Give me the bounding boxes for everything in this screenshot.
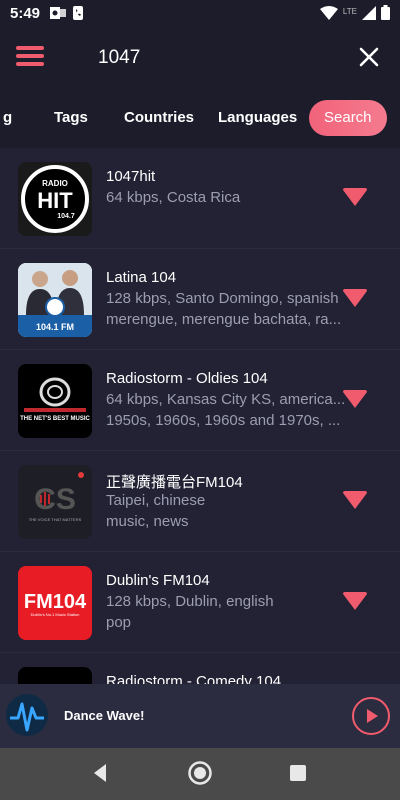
station-title: 正聲廣播電台FM104 bbox=[106, 474, 243, 491]
mini-player[interactable]: Dance Wave! bbox=[0, 684, 400, 748]
station-logo-latina104: 104.1 FM bbox=[18, 263, 92, 337]
now-playing-station: Dance Wave! bbox=[64, 708, 145, 723]
status-bar: 5:49 LTE bbox=[0, 0, 400, 28]
station-details: 128 kbps, Dublin, english bbox=[106, 593, 274, 610]
station-title: Dublin's FM104 bbox=[106, 572, 210, 589]
hit-logo-main: HIT bbox=[37, 188, 73, 213]
signal-icon bbox=[362, 5, 376, 25]
hit-logo-top: RADIO bbox=[42, 179, 68, 188]
outlook-icon bbox=[50, 6, 66, 20]
station-logo-cs: CS THE VOICE THAT MATTERS bbox=[18, 465, 92, 539]
back-triangle-icon[interactable] bbox=[90, 762, 110, 789]
system-nav-bar bbox=[0, 748, 400, 800]
tab-partial[interactable]: g bbox=[3, 100, 12, 136]
station-details: 64 kbps, Kansas City KS, america... bbox=[106, 391, 346, 408]
station-title: Latina 104 bbox=[106, 269, 177, 286]
hamburger-menu-icon[interactable] bbox=[16, 44, 46, 68]
fm104-logo-text: FM104 bbox=[24, 591, 87, 613]
radiostorm-logo-tagline: THE NET'S BEST MUSIC bbox=[20, 416, 90, 422]
battery-icon bbox=[381, 5, 390, 25]
phone-icon bbox=[72, 6, 84, 20]
station-genres: pop bbox=[106, 614, 132, 631]
hit-logo-freq: 104.7 bbox=[57, 213, 75, 220]
station-row[interactable]: Radiostorm - Comedy 104 bbox=[0, 653, 400, 684]
favorite-heart-icon[interactable] bbox=[343, 491, 367, 509]
station-logo-1047hit: RADIO HIT 104.7 bbox=[18, 162, 92, 236]
station-title: Radiostorm - Oldies 104 bbox=[106, 370, 268, 387]
play-icon[interactable] bbox=[352, 697, 390, 735]
category-tabs: g Tags Countries Languages Search bbox=[0, 88, 400, 148]
station-details: Taipei, chinese bbox=[106, 492, 206, 509]
recents-square-icon[interactable] bbox=[289, 764, 307, 787]
cs-logo-tagline: THE VOICE THAT MATTERS bbox=[29, 517, 82, 522]
station-row[interactable]: RADIO HIT 104.7 1047hit 64 kbps, Costa R… bbox=[0, 148, 400, 249]
status-time: 5:49 bbox=[10, 5, 41, 22]
favorite-heart-icon[interactable] bbox=[343, 592, 367, 610]
app-bar: 1047 bbox=[0, 28, 400, 88]
favorite-heart-icon[interactable] bbox=[343, 390, 367, 408]
tab-tags[interactable]: Tags bbox=[54, 100, 88, 136]
station-title: 1047hit bbox=[106, 168, 156, 185]
station-row[interactable]: THE NET'S BEST MUSIC Radiostorm - Oldies… bbox=[0, 350, 400, 451]
favorite-heart-icon[interactable] bbox=[343, 188, 367, 206]
station-genres: 1950s, 1960s, 1960s and 1970s, ... bbox=[106, 412, 341, 429]
station-row[interactable]: FM104 Dublin's No.1 Music Station Dublin… bbox=[0, 552, 400, 653]
station-row[interactable]: 104.1 FM Latina 104 128 kbps, Santo Domi… bbox=[0, 249, 400, 350]
station-logo-radiostorm: THE NET'S BEST MUSIC bbox=[18, 364, 92, 438]
tab-countries[interactable]: Countries bbox=[124, 100, 194, 136]
fm104-logo-tagline: Dublin's No.1 Music Station bbox=[31, 612, 80, 617]
station-list: RADIO HIT 104.7 1047hit 64 kbps, Costa R… bbox=[0, 148, 400, 684]
latina-logo-freq: 104.1 FM bbox=[36, 322, 74, 332]
station-genres: music, news bbox=[106, 513, 189, 530]
home-circle-icon[interactable] bbox=[187, 760, 213, 791]
station-row[interactable]: CS THE VOICE THAT MATTERS 正聲廣播電台FM104 Ta… bbox=[0, 451, 400, 552]
tab-search[interactable]: Search bbox=[309, 100, 387, 136]
station-details: 64 kbps, Costa Rica bbox=[106, 189, 241, 206]
station-genres: merengue, merengue bachata, ra... bbox=[106, 311, 342, 328]
dance-wave-logo bbox=[6, 694, 48, 736]
search-query-input[interactable]: 1047 bbox=[98, 47, 140, 69]
station-logo-fm104: FM104 Dublin's No.1 Music Station bbox=[18, 566, 92, 640]
close-icon[interactable] bbox=[358, 46, 380, 68]
station-title: Radiostorm - Comedy 104 bbox=[106, 673, 282, 684]
station-details: 128 kbps, Santo Domingo, spanish bbox=[106, 290, 339, 307]
tab-languages[interactable]: Languages bbox=[218, 100, 297, 136]
network-type: LTE bbox=[342, 6, 357, 16]
favorite-heart-icon[interactable] bbox=[343, 289, 367, 307]
station-logo-radiostorm-comedy bbox=[18, 667, 92, 684]
wifi-icon bbox=[319, 5, 338, 25]
